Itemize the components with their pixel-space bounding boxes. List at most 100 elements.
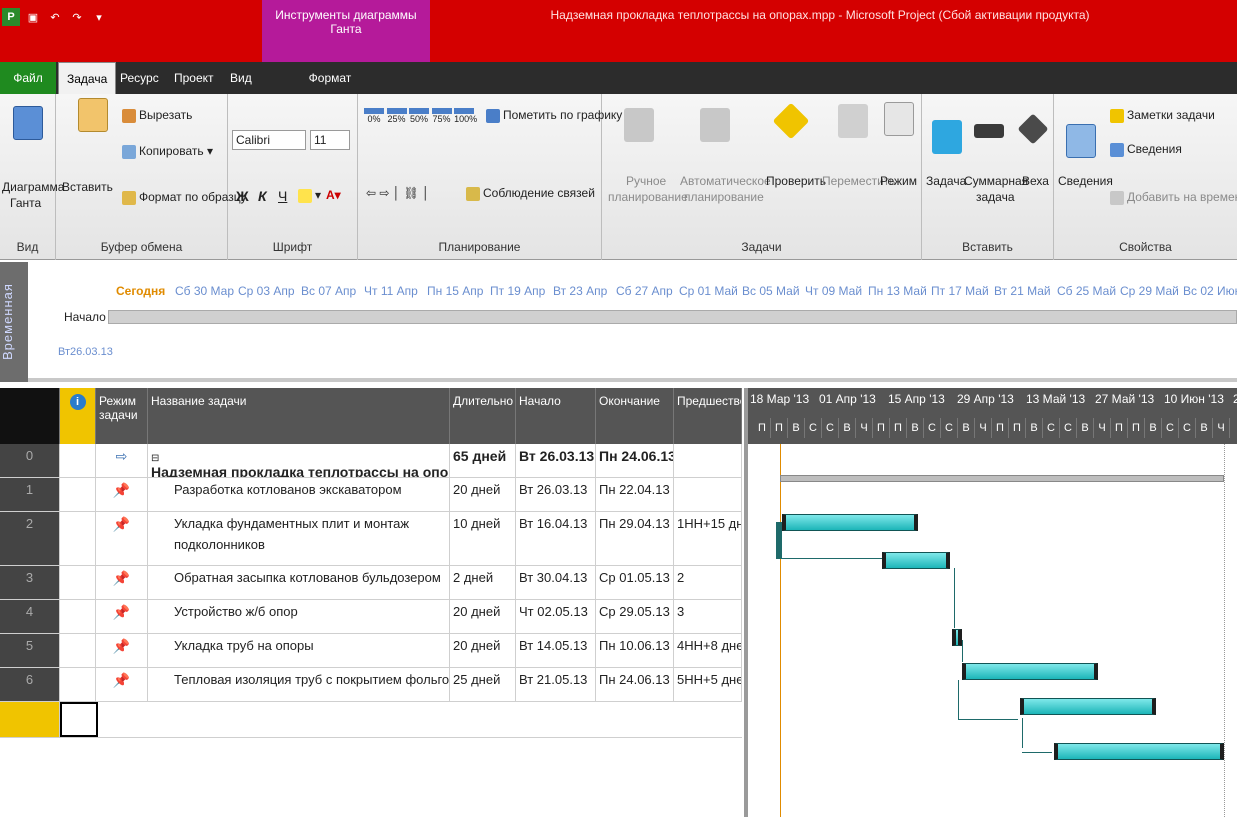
task-notes-button[interactable]: Заметки задачи [1110, 108, 1215, 123]
task-bar[interactable] [1020, 698, 1156, 715]
details-button[interactable]: Сведения [1110, 142, 1182, 157]
cut-button[interactable]: Вырезать [122, 108, 192, 123]
undo-icon[interactable]: ↶ [46, 8, 64, 26]
row-task-name-cell[interactable]: Тепловая изоляция труб с покрытием фольг… [148, 668, 450, 701]
timeline-bar[interactable] [108, 310, 1237, 324]
row-start-cell[interactable]: Вт 14.05.13 [516, 634, 596, 667]
row-mode-cell[interactable]: 📌 [96, 668, 148, 701]
manual-schedule-button[interactable]: Ручное [626, 174, 666, 188]
pct-25-button[interactable]: 25% [386, 108, 407, 124]
summary-task-bar[interactable] [780, 475, 1224, 482]
header-duration[interactable]: Длительно [450, 388, 516, 444]
tab-view[interactable]: Вид [222, 62, 260, 94]
pct-100-button[interactable]: 100% [454, 108, 477, 124]
task-bar[interactable] [782, 514, 918, 531]
table-row[interactable]: 2 📌 Укладка фундаментных плит и монтаж подк… [0, 512, 742, 566]
header-task-name[interactable]: Название задачи [148, 388, 450, 444]
timeline-pane[interactable]: Временная Сегодня Сб 30 Мар Ср 03 Апр Вс 0… [0, 262, 1237, 382]
insert-task-button[interactable]: Задача [926, 174, 966, 188]
add-to-timeline-button[interactable]: Добавить на временную [1110, 190, 1237, 205]
pct-0-button[interactable]: 0% [364, 108, 384, 124]
table-row-empty[interactable] [0, 702, 742, 738]
row-task-name-cell[interactable]: Укладка фундаментных плит и монтаж подкол… [148, 512, 450, 565]
header-indicators[interactable]: i [60, 388, 96, 444]
row-start-cell[interactable]: Вт 30.04.13 [516, 566, 596, 599]
tab-file[interactable]: Файл [0, 62, 56, 94]
auto-schedule-button-line2[interactable]: планирование [684, 190, 764, 204]
row-task-name-cell[interactable]: Укладка труб на опоры [148, 634, 450, 667]
row-finish-cell[interactable]: Ср 29.05.13 [596, 600, 674, 633]
header-start[interactable]: Начало [516, 388, 596, 444]
row-task-name-cell[interactable]: Устройство ж/б опор [148, 600, 450, 633]
task-bar[interactable] [1054, 743, 1224, 760]
gantt-chart-pane[interactable]: 18 Мар '13 01 Апр '13 15 Апр '13 29 Апр '13… [744, 388, 1237, 817]
row-start-cell[interactable]: Вт 26.03.13 [516, 478, 596, 511]
tab-project[interactable]: Проект [166, 62, 222, 94]
row-start-cell[interactable]: Вт 26.03.13 [516, 444, 596, 477]
copy-button[interactable]: Копировать ▾ [122, 144, 213, 159]
redo-icon[interactable]: ↷ [68, 8, 86, 26]
row-mode-cell[interactable]: ⇨ [96, 444, 148, 477]
row-finish-cell[interactable]: Пн 24.06.13 [596, 668, 674, 701]
font-size-box[interactable]: 11 [310, 130, 350, 150]
manual-schedule-button-line2[interactable]: планирование [608, 190, 688, 204]
row-start-cell[interactable]: Вт 16.04.13 [516, 512, 596, 565]
gantt-chart-button-line2[interactable]: Ганта [10, 196, 41, 210]
tab-resource[interactable]: Ресурс [112, 62, 167, 94]
header-finish[interactable]: Окончание [596, 388, 674, 444]
row-task-name-cell[interactable]: Обратная засыпка котлованов бульдозером [148, 566, 450, 599]
insert-summary-button[interactable]: Суммарная [964, 174, 1028, 188]
table-row[interactable]: 3 📌 Обратная засыпка котлованов бульдозеро… [0, 566, 742, 600]
row-selected-cell[interactable] [60, 702, 98, 737]
row-finish-cell[interactable]: Пн 10.06.13 [596, 634, 674, 667]
inspect-button[interactable]: Проверить [766, 174, 826, 188]
row-mode-cell[interactable]: 📌 [96, 566, 148, 599]
highlight-color-button[interactable]: ▾ [298, 188, 321, 203]
save-icon[interactable]: ▣ [24, 8, 42, 26]
customize-qat-icon[interactable]: ▾ [90, 8, 108, 26]
table-row[interactable]: 5 📌 Укладка труб на опоры 20 дней Вт 14.05.1… [0, 634, 742, 668]
row-duration-cell[interactable]: 65 дней [450, 444, 516, 477]
mode-button[interactable]: Режим [880, 174, 917, 188]
underline-button[interactable]: Ч [278, 188, 287, 204]
row-predecessors-cell[interactable] [674, 478, 742, 511]
table-row[interactable]: 1 📌 Разработка котлованов экскаватором 20 д… [0, 478, 742, 512]
row-finish-cell[interactable]: Ср 01.05.13 [596, 566, 674, 599]
row-start-cell[interactable]: Чт 02.05.13 [516, 600, 596, 633]
row-task-name-cell[interactable]: ⊟ Надземная прокладка теплотрассы на опор… [148, 444, 450, 477]
pct-50-button[interactable]: 50% [409, 108, 430, 124]
tab-task[interactable]: Задача [58, 62, 117, 94]
row-finish-cell[interactable]: Пн 29.04.13 [596, 512, 674, 565]
row-duration-cell[interactable]: 10 дней [450, 512, 516, 565]
milestone-like-task-bar[interactable] [952, 629, 962, 646]
row-finish-cell[interactable]: Пн 22.04.13 [596, 478, 674, 511]
table-row[interactable]: 6 📌 Тепловая изоляция труб с покрытием фол… [0, 668, 742, 702]
row-start-cell[interactable]: Вт 21.05.13 [516, 668, 596, 701]
row-finish-cell[interactable]: Пн 24.06.13 [596, 444, 674, 477]
pct-75-button[interactable]: 75% [431, 108, 452, 124]
table-row[interactable]: 0 ⇨ ⊟ Надземная прокладка теплотрассы на оп… [0, 444, 742, 478]
row-predecessors-cell[interactable]: 2 [674, 566, 742, 599]
task-bar[interactable] [882, 552, 950, 569]
row-duration-cell[interactable]: 20 дней [450, 634, 516, 667]
paste-button[interactable]: Вставить [62, 180, 113, 194]
tab-format[interactable]: Формат [300, 62, 360, 94]
row-duration-cell[interactable]: 20 дней [450, 478, 516, 511]
header-id[interactable] [0, 388, 60, 444]
row-predecessors-cell[interactable]: 4НН+8 дней [674, 634, 742, 667]
header-task-mode[interactable]: Режим задачи [96, 388, 148, 444]
insert-summary-button-line2[interactable]: задача [976, 190, 1015, 204]
italic-button[interactable]: К [258, 188, 267, 204]
row-duration-cell[interactable]: 25 дней [450, 668, 516, 701]
collapse-toggle-icon[interactable]: ⊟ [151, 453, 159, 464]
row-duration-cell[interactable]: 20 дней [450, 600, 516, 633]
row-predecessors-cell[interactable]: 1НН+15 дне [674, 512, 742, 565]
row-predecessors-cell[interactable] [674, 444, 742, 477]
row-mode-cell[interactable]: 📌 [96, 600, 148, 633]
row-predecessors-cell[interactable]: 3 [674, 600, 742, 633]
font-name-box[interactable]: Calibri [232, 130, 306, 150]
respect-links-button[interactable]: Соблюдение связей [466, 186, 595, 201]
row-task-name-cell[interactable]: Разработка котлованов экскаватором [148, 478, 450, 511]
header-predecessors[interactable]: Предшествен [674, 388, 742, 444]
row-predecessors-cell[interactable]: 5НН+5 дней [674, 668, 742, 701]
